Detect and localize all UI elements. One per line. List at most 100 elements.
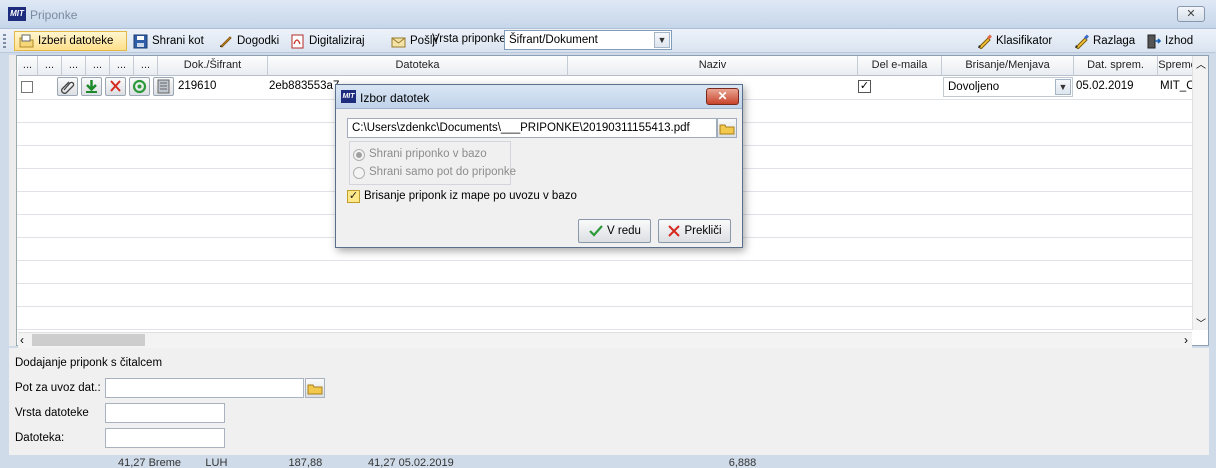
file-path-input[interactable]: C:\Users\zdenkc\Documents\___PRIPONKE\20… xyxy=(347,118,717,138)
column-header-del-emaila[interactable]: Del e-maila xyxy=(858,56,942,76)
checkmark-icon xyxy=(589,225,603,237)
dialog-close-button[interactable]: ✕ xyxy=(706,88,739,105)
scan-button[interactable] xyxy=(153,77,174,96)
save-disk-icon xyxy=(133,34,148,49)
column-header[interactable]: ... xyxy=(18,56,38,76)
ok-label: V redu xyxy=(607,225,641,237)
column-header-naziv[interactable]: Naziv xyxy=(568,56,858,76)
vertical-scrollbar[interactable]: ︿ ﹀ xyxy=(1192,56,1208,330)
vrsta-priponke-value: Šifrant/Dokument xyxy=(509,34,598,46)
izhod-button[interactable]: Izhod xyxy=(1142,31,1197,51)
klasifikator-button[interactable]: Klasifikator xyxy=(973,31,1056,51)
download-arrow-icon xyxy=(86,80,97,93)
shrani-kot-label: Shrani kot xyxy=(152,35,204,47)
dialog-logo: MIT xyxy=(341,90,356,103)
folder-open-icon xyxy=(19,34,34,49)
column-header[interactable]: ... xyxy=(38,56,62,76)
toolbar-grip[interactable] xyxy=(3,34,6,48)
radio-shrani-v-bazo-label: Shrani priponko v bazo xyxy=(369,148,487,160)
scroll-up-icon[interactable]: ︿ xyxy=(1196,56,1206,71)
izberi-datoteke-label: Izberi datoteke xyxy=(38,35,114,47)
window-close-button[interactable]: ✕ xyxy=(1177,6,1205,22)
klasifikator-label: Klasifikator xyxy=(996,35,1053,47)
chevron-down-icon[interactable]: ▼ xyxy=(1055,79,1071,95)
razlaga-label: Razlaga xyxy=(1093,35,1136,47)
attach-paperclip-button[interactable] xyxy=(57,77,78,96)
paperclip-icon xyxy=(61,81,75,94)
scroll-left-icon[interactable]: ‹ xyxy=(20,333,24,347)
refresh-icon xyxy=(132,79,147,94)
column-header[interactable]: ... xyxy=(62,56,86,76)
pencil-icon xyxy=(1074,34,1089,50)
dogodki-label: Dogodki xyxy=(237,35,280,47)
column-header[interactable]: ... xyxy=(110,56,134,76)
pencil-icon xyxy=(977,34,992,50)
window-titlebar xyxy=(0,0,1216,29)
scanner-icon xyxy=(157,79,170,94)
scanner-import-panel: Dodajanje priponk s čitalcem Pot za uvoz… xyxy=(9,348,1209,455)
cancel-x-icon xyxy=(668,225,681,237)
digitaliziraj-label: Digitaliziraj xyxy=(309,35,365,47)
file-path-value: C:\Users\zdenkc\Documents\___PRIPONKE\20… xyxy=(352,122,690,134)
horizontal-scrollbar[interactable]: ‹ › xyxy=(18,332,1192,348)
dogodki-button[interactable]: Dogodki xyxy=(214,31,283,51)
column-header[interactable]: ... xyxy=(134,56,158,76)
cell-del-emaila-checkbox[interactable]: ✓ xyxy=(858,80,871,93)
izbor-datotek-dialog: MIT Izbor datotek ✕ C:\Users\zdenkc\Docu… xyxy=(335,84,743,248)
vrsta-priponke-select[interactable]: Šifrant/Dokument ▼ xyxy=(504,30,672,50)
cancel-label: Prekliči xyxy=(684,225,722,237)
vrsta-datoteke-input[interactable] xyxy=(105,403,225,423)
radio-shrani-pot-label: Shrani samo pot do priponke xyxy=(369,166,517,178)
browse-file-button[interactable] xyxy=(717,118,737,138)
panel-title: Dodajanje priponk s čitalcem xyxy=(15,357,163,369)
app-logo: MIT xyxy=(8,7,26,21)
cell-datoteka[interactable]: 2eb883553a7 xyxy=(269,80,339,92)
column-header-dok-sifrant[interactable]: Dok./Šifrant xyxy=(158,56,268,76)
cell-dok-sifrant[interactable]: 219610 xyxy=(178,80,268,92)
column-header-brisanje[interactable]: Brisanje/Menjava xyxy=(942,56,1074,76)
brisanje-priponk-checkbox[interactable]: ✓ xyxy=(347,190,360,203)
radio-shrani-v-bazo[interactable] xyxy=(353,149,365,161)
pot-label: Pot za uvoz dat.: xyxy=(15,382,101,394)
cell-brisanje-value: Dovoljeno xyxy=(948,81,1000,93)
column-header-dat-sprem[interactable]: Dat. sprem. xyxy=(1074,56,1158,76)
download-button[interactable] xyxy=(81,77,102,96)
exit-door-icon xyxy=(1146,34,1162,49)
events-pen-icon xyxy=(218,34,233,49)
razlaga-button[interactable]: Razlaga xyxy=(1070,31,1139,51)
folder-icon xyxy=(307,384,323,395)
row-select-checkbox[interactable] xyxy=(21,81,33,93)
scroll-down-icon[interactable]: ﹀ xyxy=(1196,315,1206,330)
datoteka-input[interactable] xyxy=(105,428,225,448)
delete-button[interactable] xyxy=(105,77,126,96)
column-header-datoteka[interactable]: Datoteka xyxy=(268,56,568,76)
cell-brisanje-select[interactable]: Dovoljeno ▼ xyxy=(943,77,1073,97)
vrsta-datoteke-label: Vrsta datoteke xyxy=(15,407,89,419)
izhod-label: Izhod xyxy=(1165,35,1194,47)
horizontal-scroll-thumb[interactable] xyxy=(32,334,145,346)
delete-x-icon xyxy=(110,80,121,92)
pdf-document-icon xyxy=(290,34,305,49)
izberi-datoteke-button[interactable]: Izberi datoteke xyxy=(14,31,127,51)
datoteka-label: Datoteka: xyxy=(15,432,65,444)
cell-dat-sprem[interactable]: 05.02.2019 xyxy=(1076,80,1156,92)
folder-open-icon xyxy=(719,124,735,135)
chevron-down-icon[interactable]: ▼ xyxy=(654,32,670,48)
column-header[interactable]: ... xyxy=(86,56,110,76)
vrsta-priponke-label: Vrsta priponke: xyxy=(432,33,509,45)
cancel-button[interactable]: Prekliči xyxy=(658,219,731,243)
dialog-title: Izbor datotek xyxy=(360,91,430,105)
brisanje-priponk-label: Brisanje priponk iz mape po uvozu v bazo xyxy=(364,190,577,202)
digitaliziraj-button[interactable]: Digitaliziraj xyxy=(286,31,369,51)
radio-shrani-pot[interactable] xyxy=(353,167,365,179)
pot-input[interactable] xyxy=(105,378,304,398)
scroll-right-icon[interactable]: › xyxy=(1184,333,1188,347)
window-title: Priponke xyxy=(30,8,78,22)
grid-left-gutter xyxy=(9,55,17,346)
ok-button[interactable]: V redu xyxy=(578,219,651,243)
background-window-row: 41,27 Breme LUH 187,88 41,27 05.02.2019 … xyxy=(0,455,1216,468)
mail-envelope-icon xyxy=(391,34,406,49)
browse-folder-button[interactable] xyxy=(305,378,325,398)
shrani-kot-button[interactable]: Shrani kot xyxy=(129,31,208,51)
refresh-button[interactable] xyxy=(129,77,150,96)
